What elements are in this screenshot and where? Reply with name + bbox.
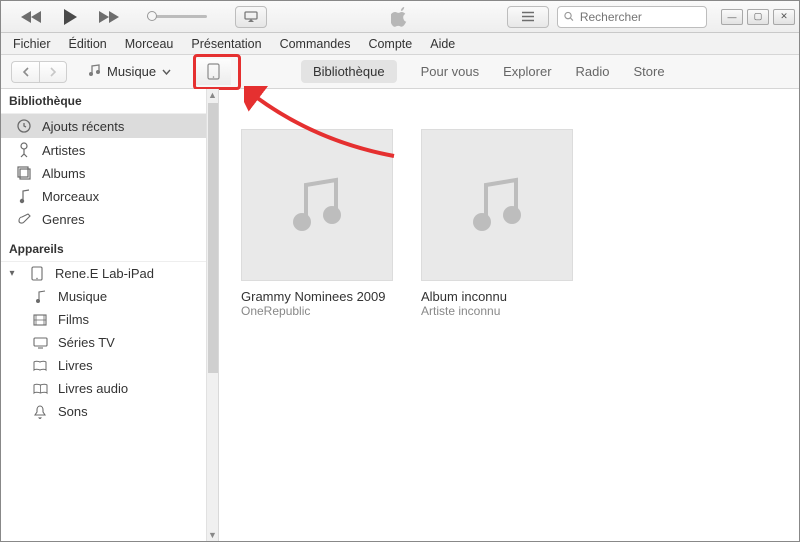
search-field[interactable] — [557, 6, 707, 28]
view-tabs: Bibliothèque Pour vous Explorer Radio St… — [301, 60, 665, 83]
tv-icon — [31, 337, 49, 349]
sidebar-item-label: Albums — [42, 166, 85, 181]
clock-plus-icon — [15, 118, 33, 134]
sidebar-item-label: Livres audio — [58, 381, 128, 396]
ipad-icon — [28, 266, 46, 281]
previous-button[interactable] — [21, 10, 43, 24]
sidebar-item-device-tones[interactable]: Sons — [1, 400, 218, 423]
menu-edition[interactable]: Édition — [69, 37, 107, 51]
window-controls: — ▢ ✕ — [721, 9, 795, 25]
bell-icon — [31, 405, 49, 419]
tab-explorer[interactable]: Explorer — [503, 64, 551, 79]
chevron-down-icon — [162, 69, 171, 75]
sidebar-item-device-audiobooks[interactable]: Livres audio — [1, 377, 218, 400]
album-artist: OneRepublic — [241, 304, 393, 318]
sidebar-item-label: Sons — [58, 404, 88, 419]
playback-controls — [21, 6, 267, 28]
menu-compte[interactable]: Compte — [368, 37, 412, 51]
album-icon — [15, 166, 33, 181]
sidebar-item-label: Rene.E Lab-iPad — [55, 266, 154, 281]
album-title: Album inconnu — [421, 289, 573, 304]
menubar: Fichier Édition Morceau Présentation Com… — [1, 33, 799, 55]
sidebar-item-label: Ajouts récents — [42, 119, 124, 134]
sidebar-item-label: Films — [58, 312, 89, 327]
minimize-button[interactable]: — — [721, 9, 743, 25]
audiobook-icon — [31, 383, 49, 395]
ipad-icon — [207, 63, 220, 80]
tab-pour-vous[interactable]: Pour vous — [421, 64, 480, 79]
sidebar-item-genres[interactable]: Genres — [1, 208, 218, 231]
book-icon — [31, 360, 49, 372]
next-button[interactable] — [97, 10, 119, 24]
sidebar-item-device-tv[interactable]: Séries TV — [1, 331, 218, 354]
sidebar-item-device-movies[interactable]: Films — [1, 308, 218, 331]
sidebar-scrollbar[interactable]: ▲ ▼ — [206, 89, 218, 541]
sidebar-item-label: Séries TV — [58, 335, 115, 350]
music-icon — [87, 63, 101, 80]
album-card[interactable]: Album inconnu Artiste inconnu — [421, 129, 573, 318]
scroll-up-icon[interactable]: ▲ — [208, 89, 217, 101]
tab-bibliotheque[interactable]: Bibliothèque — [301, 60, 397, 83]
scroll-down-icon[interactable]: ▼ — [208, 529, 217, 541]
sidebar-item-label: Genres — [42, 212, 85, 227]
titlebar: — ▢ ✕ — [1, 1, 799, 33]
toolbar: Musique Bibliothèque Pour vous Explorer … — [1, 55, 799, 89]
list-view-button[interactable] — [507, 6, 549, 28]
scrollbar-thumb[interactable] — [208, 103, 218, 373]
note-icon — [31, 290, 49, 304]
sidebar-section-devices: Appareils — [1, 237, 218, 262]
note-icon — [15, 189, 33, 204]
nav-back-button[interactable] — [11, 61, 39, 83]
tab-store[interactable]: Store — [634, 64, 665, 79]
album-card[interactable]: Grammy Nominees 2009 OneRepublic — [241, 129, 393, 318]
menu-fichier[interactable]: Fichier — [13, 37, 51, 51]
sidebar-item-albums[interactable]: Albums — [1, 162, 218, 185]
media-type-label: Musique — [107, 64, 156, 79]
sidebar-item-device-music[interactable]: Musique — [1, 285, 218, 308]
sidebar-item-label: Artistes — [42, 143, 85, 158]
menu-presentation[interactable]: Présentation — [191, 37, 261, 51]
search-icon — [564, 11, 574, 22]
sidebar: Bibliothèque Ajouts récents Artistes Alb… — [1, 89, 219, 541]
album-grid: Grammy Nominees 2009 OneRepublic Album i… — [241, 129, 777, 318]
maximize-button[interactable]: ▢ — [747, 9, 769, 25]
tab-radio[interactable]: Radio — [576, 64, 610, 79]
airplay-button[interactable] — [235, 6, 267, 28]
volume-slider[interactable] — [147, 15, 207, 18]
content-area: Grammy Nominees 2009 OneRepublic Album i… — [219, 89, 799, 541]
device-button[interactable] — [195, 59, 231, 85]
menu-aide[interactable]: Aide — [430, 37, 455, 51]
sidebar-item-artists[interactable]: Artistes — [1, 138, 218, 162]
nav-forward-button[interactable] — [39, 61, 67, 83]
album-artist: Artiste inconnu — [421, 304, 573, 318]
play-button[interactable] — [61, 8, 79, 26]
menu-morceau[interactable]: Morceau — [125, 37, 174, 51]
menu-commandes[interactable]: Commandes — [280, 37, 351, 51]
close-button[interactable]: ✕ — [773, 9, 795, 25]
sidebar-item-recents[interactable]: Ajouts récents — [1, 114, 218, 138]
guitar-icon — [15, 212, 33, 227]
media-type-selector[interactable]: Musique — [77, 60, 181, 84]
sidebar-item-device-books[interactable]: Livres — [1, 354, 218, 377]
sidebar-item-device[interactable]: ▾ Rene.E Lab-iPad — [1, 262, 218, 285]
album-art-placeholder — [241, 129, 393, 281]
disclosure-triangle-icon[interactable]: ▾ — [7, 268, 17, 279]
sidebar-section-library: Bibliothèque — [1, 89, 218, 114]
film-icon — [31, 314, 49, 326]
sidebar-item-label: Musique — [58, 289, 107, 304]
album-art-placeholder — [421, 129, 573, 281]
search-input[interactable] — [578, 9, 700, 25]
album-title: Grammy Nominees 2009 — [241, 289, 393, 304]
sidebar-item-songs[interactable]: Morceaux — [1, 185, 218, 208]
sidebar-item-label: Morceaux — [42, 189, 99, 204]
sidebar-item-label: Livres — [58, 358, 93, 373]
microphone-icon — [15, 142, 33, 158]
